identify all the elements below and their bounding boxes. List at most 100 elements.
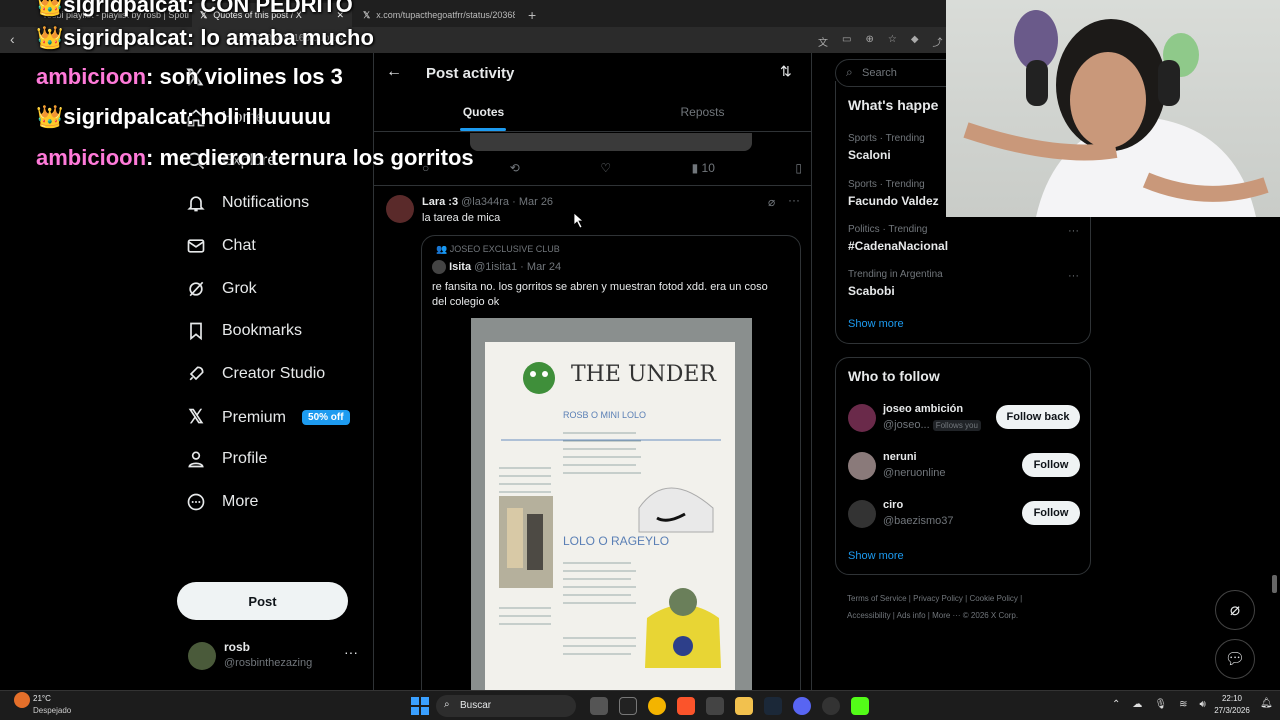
like-icon[interactable]: ♡ <box>600 161 611 175</box>
nav-chat[interactable]: Chat <box>186 236 256 256</box>
nav-bookmarks[interactable]: Bookmarks <box>186 321 302 341</box>
weather-desc[interactable]: Despejado <box>33 706 71 715</box>
chat-bubble-icon[interactable]: 💬︎ <box>1215 639 1255 679</box>
chrome-icon[interactable] <box>648 697 666 715</box>
task-view-icon[interactable] <box>590 697 608 715</box>
tab-quotes[interactable]: Quotes <box>374 97 593 132</box>
clock-time: 22:10 <box>1221 694 1243 703</box>
footer-link[interactable]: Cookie Policy <box>969 594 1017 603</box>
scrollbar[interactable] <box>1272 575 1277 593</box>
post-date[interactable]: Mar 26 <box>519 196 553 208</box>
account-switcher[interactable]: rosb @rosbinthezazing ··· <box>188 638 362 674</box>
cast-icon[interactable]: ▭ <box>842 34 851 49</box>
obs-icon[interactable] <box>822 697 840 715</box>
windows-start-icon[interactable] <box>411 697 429 715</box>
nav-profile[interactable]: Profile <box>186 449 267 469</box>
views-icon[interactable]: ▮ 10 <box>692 161 715 175</box>
chat-text: CON PEDRITO <box>200 0 353 17</box>
nav-premium[interactable]: 𝕏 Premium 50% off <box>186 406 350 429</box>
post-handle[interactable]: @la344ra <box>461 196 509 208</box>
previous-post-media <box>470 133 752 151</box>
chevron-up-icon[interactable]: ⌃ <box>1112 699 1120 710</box>
nav-label: More <box>222 493 259 510</box>
follow-button[interactable]: Follow <box>1022 453 1080 477</box>
x-logo-icon: 𝕏 <box>188 407 204 428</box>
quoted-header: Isita @1isita1 · Mar 24 <box>432 260 561 274</box>
suggestion-name: ciro <box>883 499 904 511</box>
weather-temp[interactable]: 21°C <box>33 694 51 703</box>
footer-link[interactable]: Terms of Service <box>847 594 907 603</box>
cloud-icon[interactable]: ☁ <box>1132 699 1142 710</box>
shield-icon[interactable]: ◆ <box>911 34 919 49</box>
tab-label: Quotes <box>462 105 505 119</box>
footer-link[interactable]: Accessibility <box>847 611 891 620</box>
footer-link[interactable]: Privacy Policy <box>913 594 963 603</box>
trend-item[interactable]: Sports · Trending Facundo Valdez <box>848 179 939 208</box>
tab-reposts[interactable]: Reposts <box>593 97 811 132</box>
repost-icon[interactable]: ⟲ <box>510 161 520 175</box>
post-author[interactable]: Lara :3 <box>422 196 458 208</box>
more-dots-icon[interactable]: ··· <box>1068 270 1079 282</box>
poster-heading-1: ROSB O MINI LOLO <box>563 410 647 420</box>
follow-button[interactable]: Follow <box>1022 501 1080 525</box>
back-arrow-icon[interactable]: ← <box>386 63 402 81</box>
new-tab-button[interactable]: + <box>520 3 540 27</box>
tab-x-status[interactable]: 𝕏 x.com/tupacthegoatfrr/status/20368 <box>355 3 515 27</box>
quoted-author: Isita <box>449 260 472 273</box>
microphone-icon[interactable]: 🎙︎ <box>1154 699 1167 710</box>
nav-creator-studio[interactable]: Creator Studio <box>186 364 325 384</box>
clock[interactable]: 22:10 27/3/2026 <box>1210 694 1254 715</box>
follow-suggestion[interactable]: neruni @neruonline Follow <box>848 450 1080 484</box>
footer-link[interactable]: More ··· <box>932 611 960 620</box>
mail-icon <box>187 239 205 253</box>
zoom-icon[interactable]: ⊕ <box>865 34 873 49</box>
share-icon[interactable]: ⤴ <box>933 34 943 49</box>
brave-icon[interactable] <box>677 697 695 715</box>
trend-meta: Trending in Argentina <box>848 269 943 280</box>
avatar <box>848 404 876 432</box>
avatar[interactable] <box>386 195 414 223</box>
post-image[interactable]: THE UNDER ROSB O MINI LOLO LOLO O RAGEYL… <box>471 318 752 690</box>
suggestion-name: neruni <box>883 451 917 463</box>
weather-icon[interactable] <box>14 692 30 708</box>
suggestion-handle-row: @joseo... Follows you <box>883 419 981 431</box>
follow-suggestion[interactable]: joseo ambición @joseo... Follows you Fol… <box>848 402 1080 436</box>
translate-icon[interactable]: 文 <box>818 34 828 49</box>
more-dots-icon[interactable]: ··· <box>344 644 358 660</box>
copyright: © 2026 X Corp. <box>962 611 1019 620</box>
wifi-icon[interactable]: ≋ <box>1179 699 1187 710</box>
quoted-post[interactable]: 👥 JOSEO EXCLUSIVE CLUB Isita @1isita1 · … <box>421 235 801 690</box>
bookmark-icon[interactable]: ▯ <box>795 161 802 175</box>
folder-icon[interactable] <box>735 697 753 715</box>
follow-back-button[interactable]: Follow back <box>996 405 1080 429</box>
kick-icon[interactable] <box>851 697 869 715</box>
epic-games-icon[interactable] <box>619 697 637 715</box>
notification-bell-icon[interactable]: 🔔︎ <box>1260 698 1273 709</box>
trend-item[interactable]: Sports · Trending Scaloni <box>848 133 925 162</box>
footer-link[interactable]: Ads info <box>897 611 926 620</box>
taskbar-search[interactable]: ⌕ Buscar <box>436 695 576 717</box>
post-button[interactable]: Post <box>177 582 348 620</box>
trend-meta: Sports · Trending <box>848 179 925 190</box>
nav-more[interactable]: More <box>186 492 258 512</box>
trend-item[interactable]: Politics · Trending #CadenaNacional <box>848 224 948 253</box>
steam-icon[interactable] <box>764 697 782 715</box>
search-icon: ⌕ <box>444 699 450 710</box>
discord-icon[interactable] <box>793 697 811 715</box>
nav-grok[interactable]: Grok <box>186 279 257 299</box>
bookmark-star-icon[interactable]: ☆ <box>888 34 897 49</box>
show-more-link[interactable]: Show more <box>848 318 904 330</box>
back-arrow-icon[interactable]: ‹ <box>10 31 15 47</box>
filter-icon[interactable]: ⇅ <box>780 63 792 80</box>
more-dots-icon[interactable]: ··· <box>788 193 800 207</box>
apps-icon[interactable] <box>706 697 724 715</box>
clock-date: 27/3/2026 <box>1214 706 1250 715</box>
more-dots-icon[interactable]: ··· <box>1068 225 1079 237</box>
show-more-link[interactable]: Show more <box>848 550 904 562</box>
trend-item[interactable]: Trending in Argentina Scabobi <box>848 269 943 298</box>
grok-icon[interactable]: ⌀ <box>1215 590 1255 630</box>
follow-suggestion[interactable]: ciro @baezismo37 Follow <box>848 498 1080 532</box>
grok-icon[interactable]: ⌀ <box>768 195 775 209</box>
volume-icon[interactable]: 🔊︎ <box>1199 699 1205 710</box>
nav-notifications[interactable]: Notifications <box>186 193 309 213</box>
